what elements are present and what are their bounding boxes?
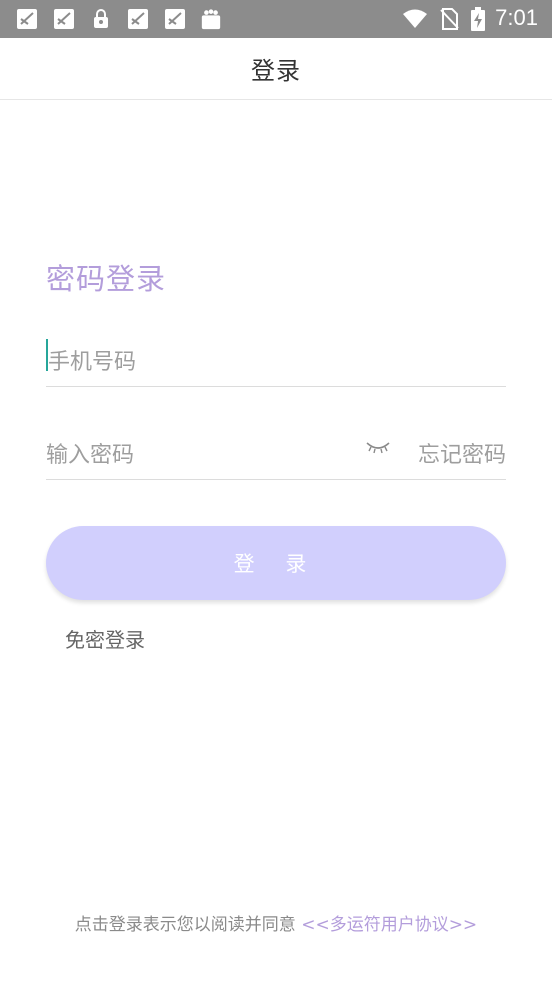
user-agreement-link[interactable]: <<多运符用户协议>> [301,915,477,935]
agreement-notice: 点击登录表示您以阅读并同意 <<多运符用户协议>> [0,910,552,935]
battery-charging-icon [470,7,486,31]
phone-field[interactable]: 手机号码 [46,334,506,387]
lock-icon [90,8,112,30]
page-title: 登录 [251,57,301,85]
notification-icon [164,8,186,30]
wifi-icon [402,8,428,30]
login-button[interactable]: 登 录 [46,526,506,600]
phone-placeholder: 手机号码 [48,350,137,375]
sim-card-icon [438,8,460,30]
eye-closed-icon[interactable] [364,437,392,457]
password-placeholder: 输入密码 [46,443,135,468]
status-bar: 7:01 [0,0,552,38]
notification-icon [16,8,38,30]
password-field[interactable]: 输入密码 忘记密码 [46,427,506,480]
sms-login-link[interactable]: 免密登录 [65,624,145,653]
title-bar: 登录 [0,38,552,100]
forgot-password-link[interactable]: 忘记密码 [418,437,506,469]
agreement-text: 点击登录表示您以阅读并同意 [74,915,296,935]
shopping-bag-icon [200,8,222,30]
notification-icon [127,8,149,30]
notification-icon [53,8,75,30]
login-heading: 密码登录 [46,262,167,296]
status-time: 7:01 [495,5,538,30]
